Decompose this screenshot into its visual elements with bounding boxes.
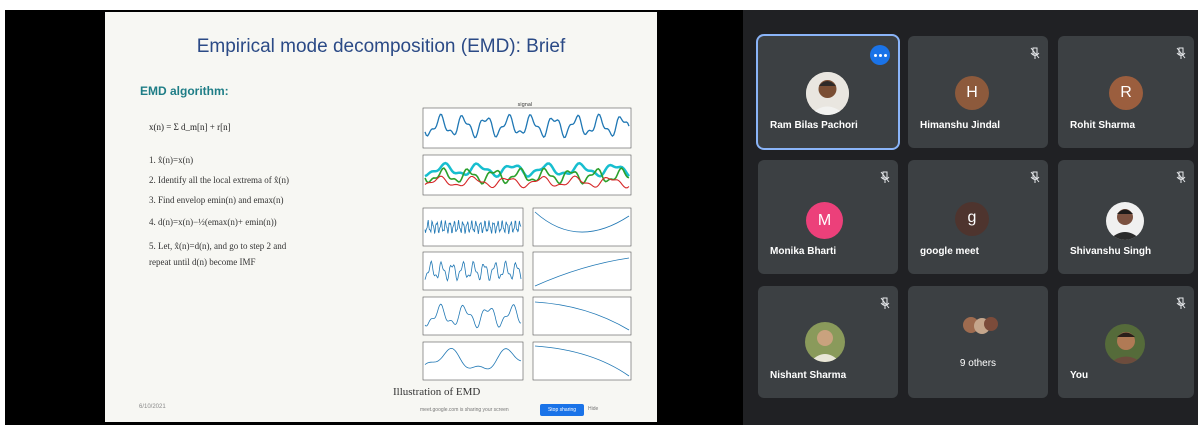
participant-name: Nishant Sharma bbox=[770, 370, 847, 381]
presented-slide: Empirical mode decomposition (EMD): Brie… bbox=[105, 12, 657, 422]
avatar: g bbox=[955, 202, 989, 236]
participant-tile-rohit-sharma[interactable]: R Rohit Sharma bbox=[1058, 36, 1194, 148]
algorithm-step: 1. x̂(n)=x(n) bbox=[149, 155, 194, 165]
participant-tile-you[interactable]: You bbox=[1058, 286, 1194, 398]
meet-window: Empirical mode decomposition (EMD): Brie… bbox=[5, 10, 1198, 425]
imf5-frame bbox=[532, 207, 632, 247]
imf8-frame bbox=[532, 341, 632, 381]
avatar: M bbox=[806, 202, 843, 239]
algorithm-step: repeat until d(n) become IMF bbox=[149, 257, 256, 267]
imf6-frame bbox=[532, 251, 632, 291]
participant-tile-nishant-sharma[interactable]: Nishant Sharma bbox=[758, 286, 898, 398]
algorithm-step: 3. Find envelop emin(n) and emax(n) bbox=[149, 195, 284, 205]
presentation-pane: Empirical mode decomposition (EMD): Brie… bbox=[5, 10, 743, 425]
algorithm-heading: EMD algorithm: bbox=[140, 84, 229, 98]
imf-grid bbox=[422, 207, 632, 381]
avatar: H bbox=[955, 76, 989, 110]
mic-off-icon bbox=[880, 297, 890, 309]
participant-name: You bbox=[1070, 370, 1089, 381]
avatar bbox=[805, 322, 845, 362]
slide-title: Empirical mode decomposition (EMD): Brie… bbox=[196, 36, 566, 57]
more-options-icon[interactable] bbox=[870, 45, 890, 65]
group-avatars-icon bbox=[963, 317, 998, 334]
person-photo-icon bbox=[1105, 324, 1145, 364]
avatar bbox=[1106, 202, 1144, 240]
participant-name: google meet bbox=[920, 246, 979, 257]
avatar bbox=[806, 72, 849, 115]
slide-footer-date: 6/10/2021 bbox=[139, 404, 166, 410]
person-photo-icon bbox=[805, 322, 845, 362]
avatar bbox=[1105, 324, 1145, 364]
mic-off-icon bbox=[1176, 47, 1186, 59]
participant-name: Rohit Sharma bbox=[1070, 120, 1136, 131]
person-photo-icon bbox=[1106, 202, 1144, 240]
mic-off-icon bbox=[880, 171, 890, 183]
illustration-caption: Illustration of EMD bbox=[393, 386, 481, 398]
participant-tile-shivanshu-singh[interactable]: Shivanshu Singh bbox=[1058, 160, 1194, 274]
screenshot-stage: Empirical mode decomposition (EMD): Brie… bbox=[0, 0, 1203, 426]
mic-off-icon bbox=[1176, 171, 1186, 183]
mic-off-icon bbox=[1176, 297, 1186, 309]
participant-tile-himanshu-jindal[interactable]: H Himanshu Jindal bbox=[908, 36, 1048, 148]
share-notice-text: meet.google.com is sharing your screen bbox=[420, 407, 509, 413]
hide-share-bar-button[interactable]: Hide bbox=[588, 406, 598, 412]
others-count-label: 9 others bbox=[959, 358, 997, 369]
stop-sharing-button[interactable]: Stop sharing bbox=[540, 404, 584, 416]
participant-tile-ram-bilas-pachori[interactable]: Ram Bilas Pachori bbox=[758, 36, 898, 148]
person-photo-icon bbox=[806, 72, 849, 115]
avatar: R bbox=[1109, 76, 1143, 110]
mic-off-icon bbox=[1030, 47, 1040, 59]
participant-tile-monika-bharti[interactable]: M Monika Bharti bbox=[758, 160, 898, 274]
mic-off-icon bbox=[1030, 171, 1040, 183]
participant-tile-google-meet[interactable]: g google meet bbox=[908, 160, 1048, 274]
participant-tile-9-others[interactable]: 9 others bbox=[908, 286, 1048, 398]
screen-share-bar: meet.google.com is sharing your screen S… bbox=[420, 404, 610, 418]
algorithm-step: 4. d(n)=x(n)−½(emax(n)+ emin(n)) bbox=[149, 217, 277, 227]
participant-name: Monika Bharti bbox=[770, 246, 837, 257]
algorithm-step: 2. Identify all the local extrema of x̂(… bbox=[149, 175, 289, 185]
emd-illustration-plots: signal bbox=[422, 102, 632, 381]
algorithm-step: 5. Let, x̂(n)=d(n), and go to step 2 and bbox=[149, 241, 287, 251]
signal-plot-frame bbox=[422, 107, 632, 149]
participant-name: Ram Bilas Pachori bbox=[770, 120, 858, 131]
participant-name: Himanshu Jindal bbox=[920, 120, 1001, 131]
plot-title: signal bbox=[518, 102, 533, 108]
participant-name: Shivanshu Singh bbox=[1070, 246, 1152, 257]
emd-equation: x(n) = Σ d_m[n] + r[n] bbox=[149, 122, 231, 132]
